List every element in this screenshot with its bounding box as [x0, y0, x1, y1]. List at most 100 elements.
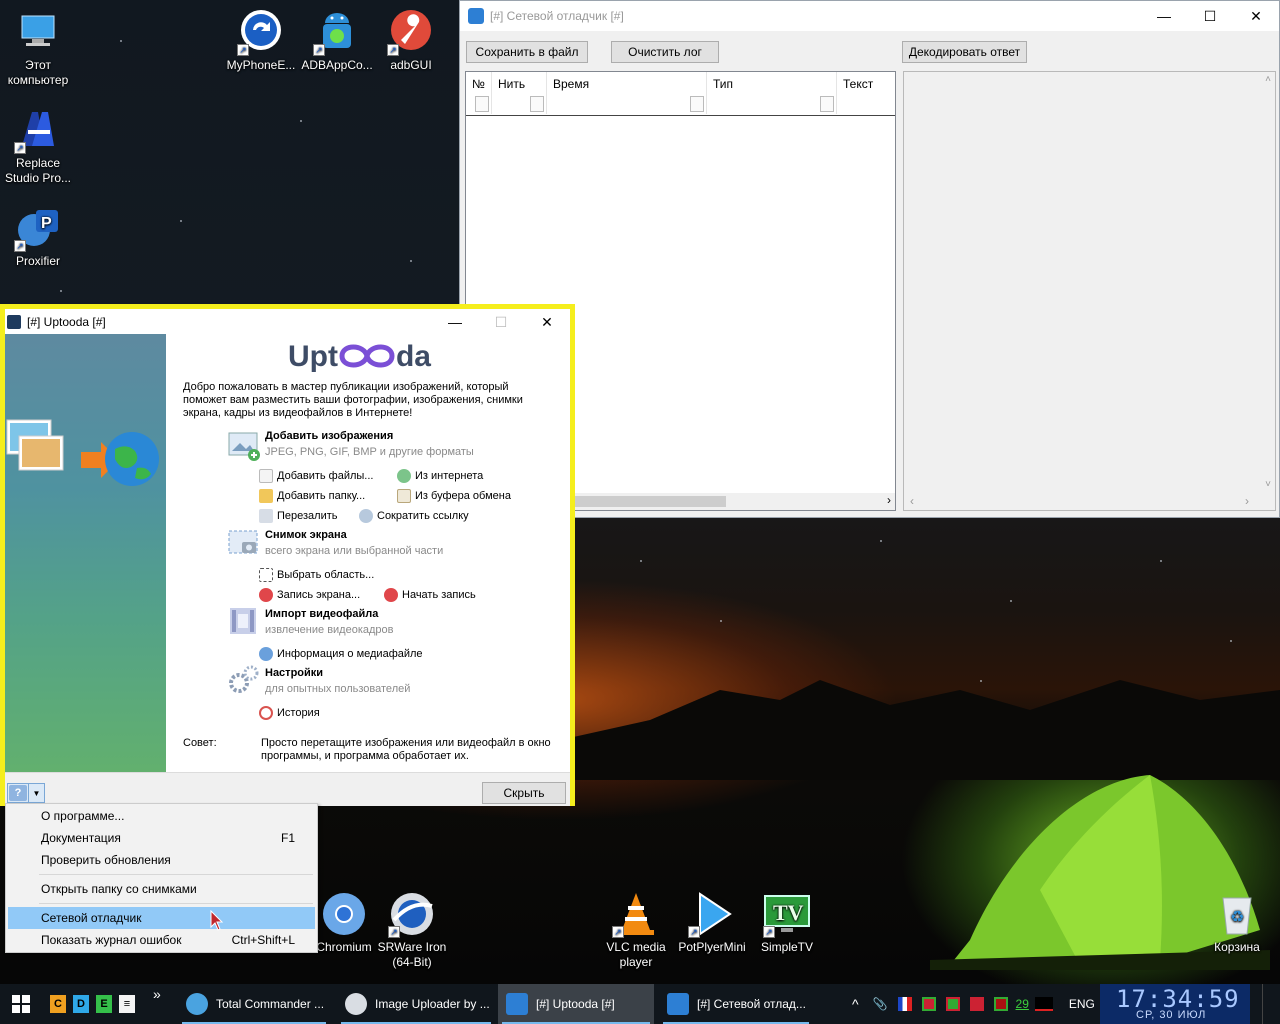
menu-item-documentation[interactable]: Документация F1 [8, 827, 315, 849]
from-clipboard-link[interactable]: Из буфера обмена [397, 489, 511, 503]
desktop-icon-adbgui[interactable]: ↗ adbGUI [373, 8, 449, 73]
menu-item-about[interactable]: О программе... [8, 805, 315, 827]
clock[interactable]: 17:34:59 СР, 30 ИЮЛ [1100, 984, 1250, 1024]
column-header-type[interactable]: Тип [707, 72, 837, 114]
hide-button[interactable]: Скрыть [482, 782, 566, 804]
paperclip-icon[interactable]: 📎 [873, 997, 888, 1011]
drive-e-icon[interactable]: E [96, 995, 112, 1013]
folder-icon [259, 489, 273, 503]
shortcut-arrow-icon: ↗ [388, 926, 400, 938]
app-icon [468, 8, 484, 24]
column-header-thread[interactable]: Нить [492, 72, 547, 114]
close-icon[interactable]: ✕ [524, 309, 570, 335]
scroll-up-icon[interactable]: ˄ [1265, 74, 1271, 85]
uptooda-logo: Upt da [288, 340, 431, 374]
tray-chevron-up-icon[interactable]: ^ [852, 996, 859, 1012]
column-label: Текст [843, 77, 874, 91]
menu-item-shortcut: Ctrl+Shift+L [231, 933, 295, 947]
tray-counter[interactable]: 29 [1016, 997, 1029, 1011]
screenshot-title[interactable]: Снимок экрана [265, 529, 347, 541]
image-uploader-icon [345, 993, 367, 1015]
column-header-time[interactable]: Время [547, 72, 707, 114]
document-icon[interactable]: ≡ [119, 995, 135, 1013]
maximize-icon[interactable]: ☐ [1187, 1, 1233, 31]
desktop-icon-simpletv[interactable]: TV ↗ SimpleTV [749, 890, 825, 955]
scroll-left-icon[interactable]: ‹ [910, 494, 914, 508]
desktop-icon-myphone[interactable]: ↗ MyPhoneE... [223, 8, 299, 73]
desktop-icon-potplayer[interactable]: ↗ PotPlyerMini [674, 890, 750, 955]
menu-item-open-screenshots-folder[interactable]: Открыть папку со снимками [8, 878, 315, 900]
desktop-icon-adbappco[interactable]: ↗ ADBAppCo... [299, 8, 375, 73]
minimize-icon[interactable]: — [432, 309, 478, 335]
reupload-link[interactable]: Перезалить [259, 509, 338, 523]
filter-icon[interactable] [690, 96, 704, 112]
flag-icon[interactable] [897, 997, 912, 1011]
record-screen-link[interactable]: Запись экрана... [259, 588, 360, 602]
column-label: Нить [498, 77, 526, 91]
add-files-link[interactable]: Добавить файлы... [259, 469, 373, 483]
tray-app-icon[interactable] [993, 997, 1008, 1011]
select-area-link[interactable]: Выбрать область... [259, 568, 374, 582]
debugger-titlebar[interactable]: [#] Сетевой отладчик [#] — ☐ ✕ [460, 1, 1279, 31]
menu-item-network-debugger[interactable]: Сетевой отладчик [8, 907, 315, 929]
desktop-icon-label: ADBAppCo... [301, 58, 373, 72]
scroll-right-icon[interactable]: › [887, 493, 891, 507]
menu-item-label: О программе... [41, 809, 125, 823]
decode-response-button[interactable]: Декодировать ответ [902, 41, 1027, 63]
srware-iron-icon: ↗ [388, 890, 436, 938]
language-indicator[interactable]: ENG [1069, 997, 1095, 1011]
tray-app-icon[interactable] [969, 997, 984, 1011]
uptooda-titlebar[interactable]: [#] Uptooda [#] — ☐ ✕ [5, 309, 570, 335]
scrollbar-thumb[interactable] [566, 496, 726, 507]
clear-log-button[interactable]: Очистить лог [611, 41, 719, 63]
taskbar-task-total-commander[interactable]: Total Commander ... [178, 984, 330, 1024]
taskbar-task-network-debugger[interactable]: [#] Сетевой отлад... [659, 984, 813, 1024]
response-panel[interactable]: ˄ ˅ ‹ › [903, 71, 1276, 511]
record-icon [384, 588, 398, 602]
adbgui-wrench-icon: ↗ [387, 8, 435, 56]
drive-c-icon[interactable]: C [50, 995, 66, 1013]
shorten-link-link[interactable]: Сократить ссылку [359, 509, 469, 523]
minimize-icon[interactable]: — [1141, 1, 1187, 31]
desktop-icon-this-pc[interactable]: Этот компьютер [0, 8, 76, 88]
desktop-icon-srware[interactable]: ↗ SRWare Iron (64-Bit) [374, 890, 450, 970]
windows-start-icon[interactable] [12, 995, 30, 1013]
column-header-number[interactable]: № [466, 72, 492, 114]
desktop-icon-vlc[interactable]: ↗ VLC media player [598, 890, 674, 970]
desktop-icon-label: Proxifier [15, 254, 60, 268]
history-link[interactable]: История [259, 706, 320, 720]
settings-title[interactable]: Настройки [265, 667, 323, 679]
media-info-link[interactable]: Информация о медиафайле [259, 647, 423, 661]
column-header-text[interactable]: Текст [837, 72, 895, 114]
desktop-icon-proxifier[interactable]: P ↗ Proxifier [0, 204, 76, 269]
taskbar-task-uptooda[interactable]: [#] Uptooda [#] [498, 984, 654, 1024]
start-record-link[interactable]: Начать запись [384, 588, 476, 602]
scroll-down-icon[interactable]: ˅ [1265, 479, 1271, 490]
filter-icon[interactable] [820, 96, 834, 112]
tray-app-icon[interactable] [945, 997, 960, 1011]
menu-item-check-updates[interactable]: Проверить обновления [8, 849, 315, 871]
from-internet-link[interactable]: Из интернета [397, 469, 483, 483]
show-desktop-button[interactable] [1262, 984, 1280, 1024]
video-import-title[interactable]: Импорт видеофайла [265, 608, 378, 620]
help-dropdown-button[interactable]: ? ▼ [7, 783, 45, 803]
desktop-icon-recycle-bin[interactable]: ♻ Корзина [1199, 890, 1275, 955]
filter-icon[interactable] [530, 96, 544, 112]
close-icon[interactable]: ✕ [1233, 1, 1279, 31]
tray-app-icon[interactable] [1034, 997, 1053, 1011]
add-images-title[interactable]: Добавить изображения [265, 430, 393, 442]
desktop-icon-label: VLC media player [606, 940, 666, 969]
save-to-file-button[interactable]: Сохранить в файл [466, 41, 588, 63]
add-folder-link[interactable]: Добавить папку... [259, 489, 365, 503]
scroll-right-icon[interactable]: › [1245, 494, 1249, 508]
desktop-icon-replace-studio[interactable]: ↗ Replace Studio Pro... [0, 106, 76, 186]
screenshot-icon [228, 530, 258, 554]
filter-icon[interactable] [475, 96, 489, 112]
taskbar-task-image-uploader[interactable]: Image Uploader by ... [337, 984, 495, 1024]
tray-app-icon[interactable] [921, 997, 936, 1011]
quicklaunch-overflow-icon[interactable]: » [153, 986, 161, 1002]
drive-d-icon[interactable]: D [73, 995, 89, 1013]
menu-item-show-error-log[interactable]: Показать журнал ошибок Ctrl+Shift+L [8, 929, 315, 951]
column-label: Тип [713, 77, 734, 91]
svg-text:TV: TV [773, 900, 804, 925]
